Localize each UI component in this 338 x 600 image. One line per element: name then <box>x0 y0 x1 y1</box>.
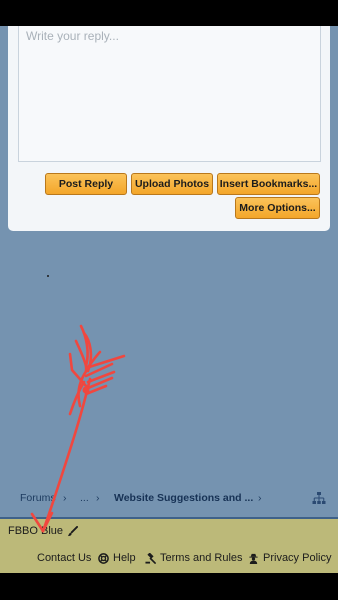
breadcrumb-separator: › <box>96 492 100 504</box>
footer: FBBO Blue Contact Us Help Terms and Rule… <box>0 517 338 573</box>
navigation-bar <box>0 573 338 600</box>
stray-dot <box>47 275 49 277</box>
gavel-icon <box>145 552 156 564</box>
help-label: Help <box>113 552 136 564</box>
arrow-feather <box>84 350 102 372</box>
arrow-feather <box>82 331 93 373</box>
arrow-feather <box>84 384 108 396</box>
sitemap-icon[interactable] <box>312 491 326 505</box>
user-secret-icon <box>249 553 258 564</box>
style-chooser[interactable]: FBBO Blue <box>8 525 79 537</box>
privacy-policy-link[interactable]: Privacy Policy <box>248 552 331 564</box>
help-link[interactable]: Help <box>98 552 136 564</box>
breadcrumb: Forums › ... › Website Suggestions and .… <box>0 484 338 514</box>
arrow-feather <box>79 324 89 368</box>
arrow-feather <box>86 376 114 390</box>
arrow-feather <box>68 352 88 388</box>
contact-us-link[interactable]: Contact Us <box>37 552 91 564</box>
quick-reply-box: Write your reply... Post Reply Upload Ph… <box>8 26 330 231</box>
breadcrumb-separator: › <box>63 492 67 504</box>
status-bar <box>0 0 338 26</box>
page: Write your reply... Post Reply Upload Ph… <box>0 26 338 573</box>
arrow-feather <box>77 364 92 408</box>
arrow-feather <box>74 339 88 368</box>
paintbrush-icon <box>67 525 79 536</box>
terms-and-rules-link[interactable]: Terms and Rules <box>145 552 243 564</box>
insert-bookmarks-button[interactable]: Insert Bookmarks... <box>217 173 320 195</box>
upload-photos-button[interactable]: Upload Photos <box>131 173 213 195</box>
privacy-label: Privacy Policy <box>263 552 332 564</box>
terms-label: Terms and Rules <box>160 552 243 564</box>
more-options-button[interactable]: More Options... <box>235 197 320 219</box>
arrow-feather <box>68 380 86 416</box>
style-name: FBBO Blue <box>8 525 64 537</box>
breadcrumb-website-suggestions[interactable]: Website Suggestions and ... <box>114 492 253 504</box>
breadcrumb-ellipsis[interactable]: ... <box>80 492 89 504</box>
arrow-feather <box>86 370 116 384</box>
arrow-feather <box>84 362 114 378</box>
reply-editor[interactable]: Write your reply... <box>18 26 321 162</box>
post-reply-button[interactable]: Post Reply <box>45 173 127 195</box>
reply-placeholder: Write your reply... <box>26 29 119 43</box>
lifebuoy-icon <box>98 552 109 564</box>
breadcrumb-separator: › <box>258 492 262 504</box>
contact-us-label: Contact Us <box>37 552 92 564</box>
breadcrumb-forums[interactable]: Forums <box>20 492 56 504</box>
arrow-knot <box>82 386 90 394</box>
arrow-feather <box>84 354 126 370</box>
